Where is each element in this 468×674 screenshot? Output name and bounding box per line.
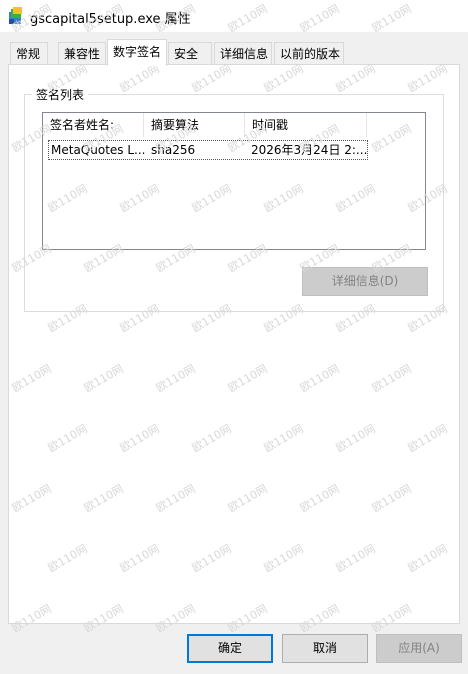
details-button[interactable]: 详细信息(D) — [302, 267, 428, 296]
title-bar[interactable]: gscapital5setup.exe 属性 — [0, 0, 468, 32]
column-signer-name[interactable]: 签名者姓名: — [43, 113, 144, 137]
window-title: gscapital5setup.exe 属性 — [30, 12, 191, 27]
tab-previous-versions[interactable]: 以前的版本 — [274, 42, 344, 64]
digest-algorithm-cell: sha256 — [151, 143, 196, 157]
installer-app-icon — [9, 7, 22, 24]
column-timestamp[interactable]: 时间戳 — [245, 113, 367, 137]
signature-row[interactable]: MetaQuotes L... sha256 2026年3月24日 2:... — [48, 140, 368, 160]
cancel-button[interactable]: 取消 — [282, 634, 368, 663]
timestamp-cell: 2026年3月24日 2:... — [251, 143, 367, 157]
apply-button[interactable]: 应用(A) — [376, 634, 462, 663]
tab-strip: 常规 兼容性 数字签名 安全 详细信息 以前的版本 — [0, 32, 468, 66]
tab-general[interactable]: 常规 — [10, 42, 48, 64]
column-digest-algorithm[interactable]: 摘要算法 — [144, 113, 245, 137]
signature-list-label: 签名列表 — [32, 86, 89, 103]
tab-security[interactable]: 安全 — [168, 42, 212, 64]
signer-name-cell: MetaQuotes L... — [51, 143, 145, 157]
tab-details[interactable]: 详细信息 — [214, 42, 272, 64]
tab-compatibility[interactable]: 兼容性 — [58, 42, 106, 64]
signature-list-header: 签名者姓名: 摘要算法 时间戳 — [43, 113, 425, 137]
tab-digital-signatures[interactable]: 数字签名 — [107, 39, 167, 66]
signature-list[interactable]: 签名者姓名: 摘要算法 时间戳 MetaQuotes L... sha256 2… — [42, 112, 426, 250]
ok-button[interactable]: 确定 — [187, 634, 273, 663]
